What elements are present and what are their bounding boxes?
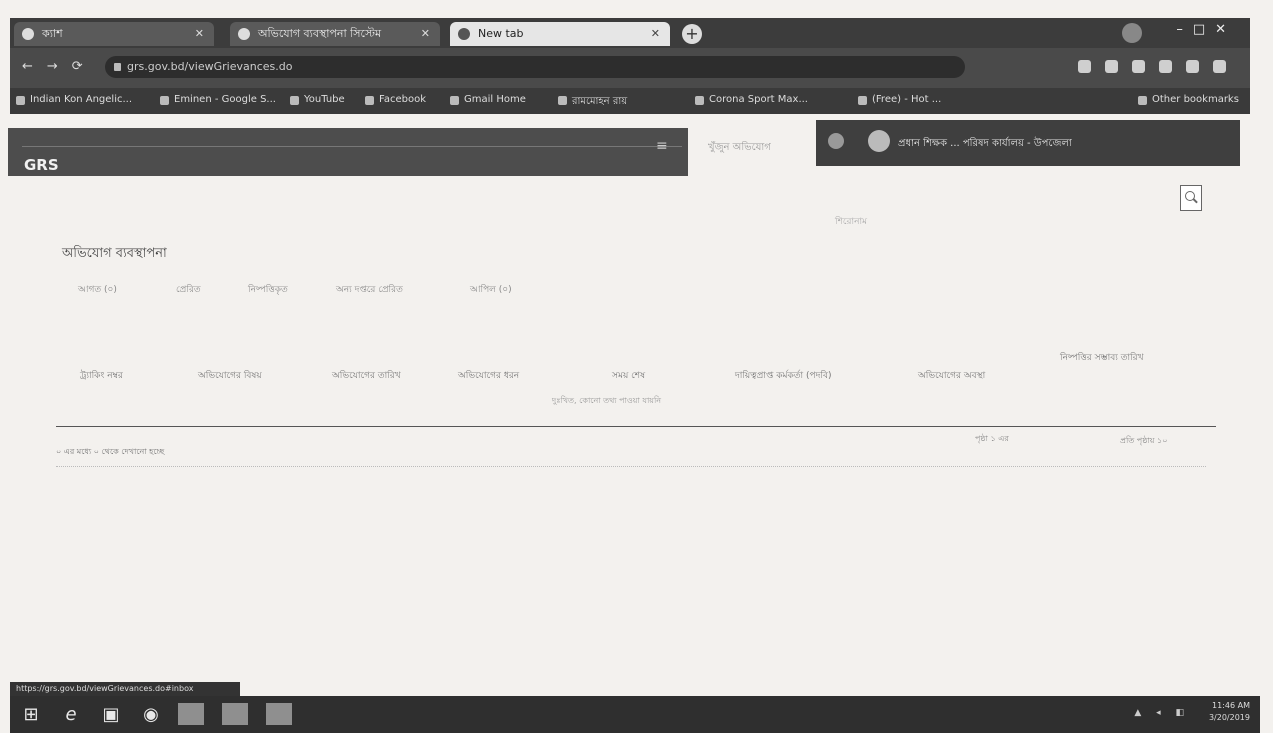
avatar[interactable] <box>868 130 890 152</box>
search-button[interactable] <box>1180 185 1202 211</box>
table-divider <box>56 426 1216 427</box>
extension-icon[interactable] <box>1213 60 1226 73</box>
edge-icon[interactable]: e <box>56 701 86 729</box>
extension-icon[interactable] <box>1186 60 1199 73</box>
tab-appeal[interactable]: আপিল (০) <box>470 282 512 297</box>
column-header[interactable]: দায়িত্বপ্রাপ্ত কর্মকর্তা (পদবি) <box>735 368 831 383</box>
tab-resolved[interactable]: নিষ্পত্তিকৃত <box>248 282 288 297</box>
page-hint: শিরোনাম <box>835 217 868 227</box>
clock-date: 3/20/2019 <box>1208 713 1250 722</box>
chrome-icon[interactable] <box>222 703 248 725</box>
empty-table-message: দুঃখিত, কোনো তথ্য পাওয়া যায়নি <box>552 396 662 405</box>
extension-icon[interactable] <box>1159 60 1172 73</box>
bookmark-item[interactable]: Eminen - Google S... <box>160 94 276 105</box>
window-controls[interactable]: –□✕ <box>1176 22 1236 37</box>
browser-tab-3[interactable]: New tab ✕ <box>450 22 670 46</box>
address-bar[interactable]: grs.gov.bd/viewGrievances.do <box>105 56 965 78</box>
header-search-hint[interactable]: খুঁজুন অভিযোগ <box>708 140 771 157</box>
extension-icons <box>1078 60 1226 73</box>
bookmark-item[interactable]: Facebook <box>365 94 426 105</box>
close-icon[interactable]: ✕ <box>421 22 430 46</box>
divider <box>56 466 1206 468</box>
new-tab-button[interactable]: + <box>682 24 702 44</box>
bookmark-item[interactable]: YouTube <box>290 94 345 105</box>
tab-favicon-icon <box>238 28 250 40</box>
bookmark-item[interactable]: Indian Kon Angelic... <box>16 94 132 105</box>
extension-icon[interactable] <box>1132 60 1145 73</box>
tab-forwarded[interactable]: অন্য দপ্তরে প্রেরিত <box>336 282 403 297</box>
column-header[interactable]: ট্র্যাকিং নম্বর <box>80 368 123 383</box>
browser-app-icon[interactable]: ◉ <box>136 701 166 729</box>
tab-sent[interactable]: প্রেরিত <box>176 282 201 297</box>
notification-icon[interactable] <box>828 133 844 149</box>
column-header[interactable]: অভিযোগের অবস্থা <box>918 368 985 383</box>
close-icon[interactable]: ✕ <box>195 22 204 46</box>
clock-time: 11:46 AM <box>1212 701 1250 710</box>
close-icon[interactable]: ✕ <box>651 22 660 46</box>
brand-logo[interactable]: GRS <box>24 156 59 174</box>
divider <box>22 146 682 147</box>
page-size-select[interactable]: প্রতি পৃষ্ঠায় ১০ <box>1120 435 1167 448</box>
bookmark-item[interactable]: (Free) - Hot ... <box>858 94 941 105</box>
tab-favicon-icon <box>458 28 470 40</box>
page-title: অভিযোগ ব্যবস্থাপনা <box>62 246 167 261</box>
profile-avatar-icon[interactable] <box>1122 23 1142 43</box>
extension-icon[interactable] <box>1078 60 1091 73</box>
tab-title: অভিযোগ ব্যবস্থাপনা সিস্টেম <box>258 27 382 40</box>
user-panel: প্রধান শিক্ষক ... পরিষদ কার্যালয় - উপজে… <box>816 120 1240 166</box>
extension-icon[interactable] <box>1105 60 1118 73</box>
user-name[interactable]: প্রধান শিক্ষক ... পরিষদ কার্যালয় - উপজে… <box>898 136 1072 153</box>
tab-title: ক্যাশ <box>42 27 63 40</box>
folder-icon[interactable] <box>178 703 204 725</box>
app-header: GRS ≡ খুঁজুন অভিযোগ প্রধান শিক্ষক ... পর… <box>8 120 1240 176</box>
bookmark-item[interactable]: Gmail Home <box>450 94 526 105</box>
column-header[interactable]: সময় শেষ <box>612 368 645 383</box>
start-icon[interactable]: ⊞ <box>16 701 46 729</box>
browser-tab-strip: ক্যাশ ✕ অভিযোগ ব্যবস্থাপনা সিস্টেম ✕ New… <box>10 18 1250 48</box>
bookmark-item[interactable]: Other bookmarks <box>1138 94 1239 105</box>
browser-tab-2[interactable]: অভিযোগ ব্যবস্থাপনা সিস্টেম ✕ <box>230 22 440 46</box>
app-icon[interactable] <box>266 703 292 725</box>
browser-tab-1[interactable]: ক্যাশ ✕ <box>14 22 214 46</box>
column-header[interactable]: অভিযোগের ধরন <box>458 368 519 383</box>
bookmark-item[interactable]: Corona Sport Max... <box>695 94 808 105</box>
brand-bar: GRS ≡ <box>8 128 688 176</box>
store-icon[interactable]: ▣ <box>96 701 126 729</box>
table-info: ০ এর মধ্যে ০ থেকে দেখানো হচ্ছে <box>56 447 165 456</box>
nav-buttons[interactable]: ←→⟳ <box>22 59 97 74</box>
column-header[interactable]: অভিযোগের তারিখ <box>332 368 401 383</box>
tab-favicon-icon <box>22 28 34 40</box>
tab-title: New tab <box>478 27 524 40</box>
address-bar-url: grs.gov.bd/viewGrievances.do <box>127 60 293 73</box>
windows-taskbar: ⊞ e ▣ ◉ ▲ ◂ ◧ 11:46 AM 3/20/2019 <box>10 696 1260 733</box>
tab-inbox[interactable]: আগত (০) <box>78 282 117 297</box>
bookmarks-bar: Indian Kon Angelic... Eminen - Google S.… <box>10 88 1250 114</box>
browser-nav-bar: ←→⟳ grs.gov.bd/viewGrievances.do <box>10 48 1250 88</box>
column-header[interactable]: অভিযোগের বিষয় <box>198 368 262 383</box>
column-header[interactable]: নিষ্পত্তির সম্ভাব্য তারিখ <box>1060 350 1144 365</box>
status-bar-url: https://grs.gov.bd/viewGrievances.do#inb… <box>10 682 240 696</box>
system-clock[interactable]: 11:46 AM 3/20/2019 <box>1209 700 1250 724</box>
tray-icons[interactable]: ▲ ◂ ◧ <box>1134 708 1190 718</box>
pagination[interactable]: পৃষ্ঠা ১ এর <box>975 433 1009 446</box>
bookmark-item[interactable]: রামমোহন রায় <box>558 94 627 111</box>
menu-icon[interactable]: ≡ <box>656 138 668 154</box>
lock-icon <box>114 63 121 71</box>
